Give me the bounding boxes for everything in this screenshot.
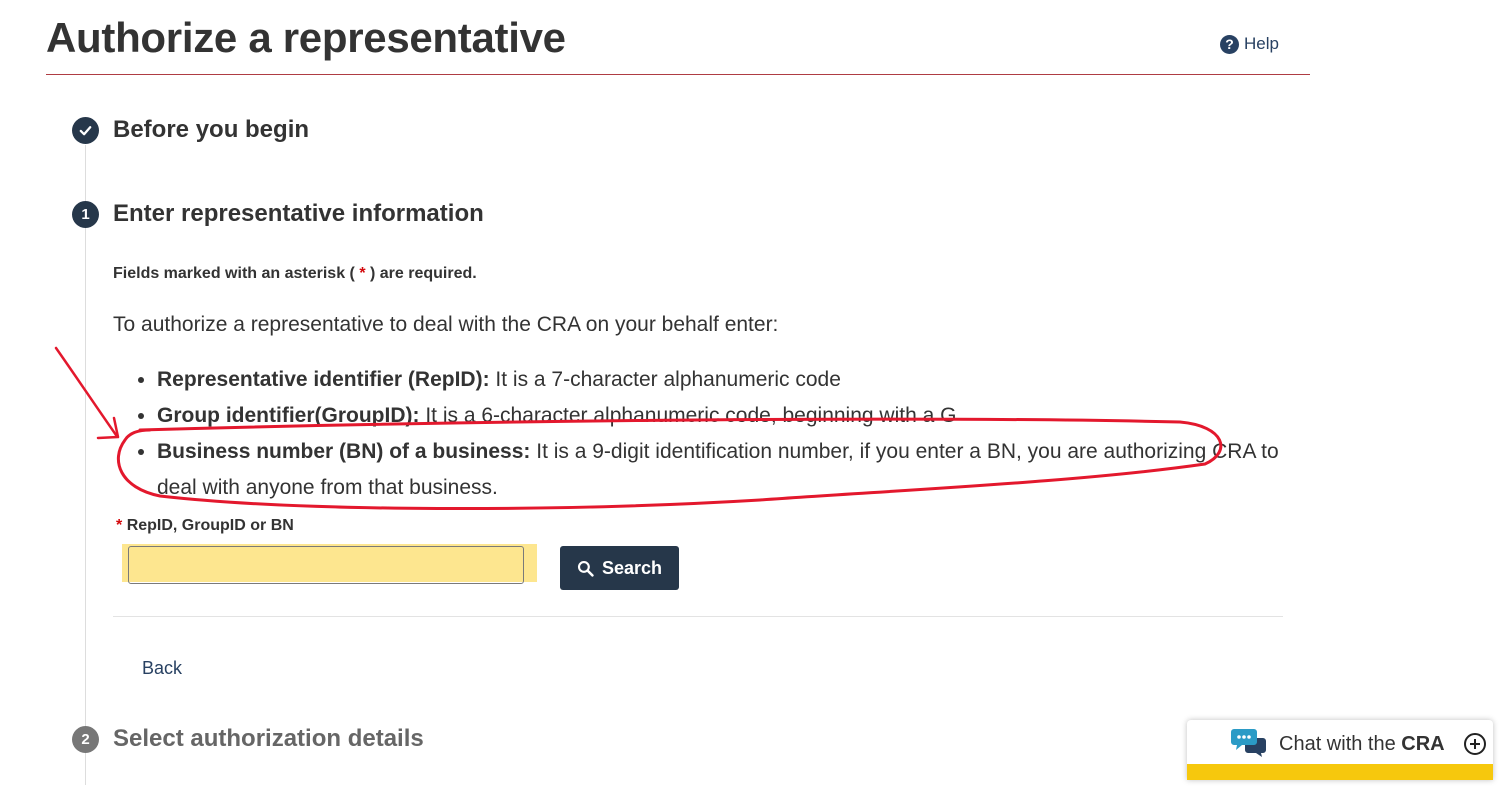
plus-circle-icon[interactable] bbox=[1463, 732, 1487, 756]
back-link[interactable]: Back bbox=[142, 658, 182, 679]
search-button[interactable]: Search bbox=[560, 546, 679, 590]
step-title: Enter representative information bbox=[113, 200, 484, 227]
required-asterisk: * bbox=[116, 517, 123, 534]
step-number-badge: 2 bbox=[72, 725, 99, 753]
chat-with-cra-widget[interactable]: Chat with the CRA bbox=[1187, 720, 1493, 780]
step-enter-representative-information: 1 Enter representative information bbox=[72, 200, 484, 228]
step-title: Before you begin bbox=[113, 116, 310, 143]
step-select-authorization-details: 2 Select authorization details bbox=[72, 725, 424, 753]
step-number-badge: 1 bbox=[72, 200, 99, 228]
step-title: Select authorization details bbox=[113, 725, 424, 752]
page-title: Authorize a representative bbox=[46, 14, 566, 61]
search-button-label: Search bbox=[601, 557, 663, 578]
check-icon bbox=[72, 116, 99, 144]
steps-connector-line bbox=[85, 145, 86, 785]
repid-input[interactable] bbox=[128, 546, 524, 584]
chat-bubbles-icon bbox=[1231, 729, 1266, 757]
step-before-you-begin[interactable]: Before you begin bbox=[72, 116, 309, 144]
chat-yellow-bar bbox=[1187, 764, 1493, 780]
help-label: Help bbox=[1244, 34, 1279, 53]
required-fields-note: Fields marked with an asterisk ( * ) are… bbox=[113, 265, 477, 282]
title-divider bbox=[46, 74, 1310, 75]
help-icon: ? bbox=[1220, 34, 1239, 54]
annotation-arrow bbox=[54, 346, 118, 437]
list-item: Business number (BN) of a business: It i… bbox=[157, 434, 1287, 506]
help-link[interactable]: ? Help bbox=[1220, 34, 1279, 54]
page: Authorize a representative ? Help Before… bbox=[0, 0, 1500, 786]
list-item: Group identifier(GroupID): It is a 6-cha… bbox=[157, 398, 1287, 434]
form-divider bbox=[113, 616, 1283, 617]
chat-label: Chat with the CRA bbox=[1279, 733, 1445, 755]
identifier-list: Representative identifier (RepID): It is… bbox=[113, 362, 1287, 506]
list-item: Representative identifier (RepID): It is… bbox=[157, 362, 1287, 398]
intro-text: To authorize a representative to deal wi… bbox=[113, 313, 779, 336]
search-icon bbox=[577, 560, 594, 577]
repid-field-label: * RepID, GroupID or BN bbox=[116, 517, 294, 534]
